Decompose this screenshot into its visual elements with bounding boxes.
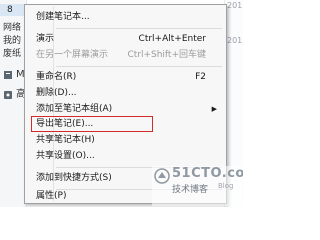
menu-item-label: 删除(D)... — [36, 88, 77, 98]
screenshot-stage: 8 网络 我的 废纸 M 高 2015/2/5 2015/2/8 — [0, 0, 243, 207]
sidebar-item-mine[interactable]: 我的 — [0, 35, 26, 47]
menu-item-label: 创建笔记本... — [36, 12, 90, 22]
menu-item-label: 添加至笔记本组(A) — [36, 104, 113, 114]
site-watermark: 51CTO.com 技术博客 Blog — [152, 166, 243, 206]
menu-item-label: 在另一个屏幕演示 — [36, 50, 109, 60]
watermark-logo-icon — [154, 168, 170, 184]
menu-item-label: 导出笔记(E)... — [36, 119, 94, 129]
watermark-domain: 51CTO.com — [172, 166, 243, 181]
sidebar-item-network[interactable]: 网络 — [0, 22, 26, 34]
watermark-subtitle: 技术博客 — [172, 185, 209, 195]
menu-item-rename[interactable]: 重命名(R) F2 — [27, 69, 224, 85]
menu-item-label: 共享设置(O)... — [36, 151, 95, 161]
sidebar-item-label: 8 — [7, 5, 13, 15]
menu-item-present-other-screen[interactable]: 在另一个屏幕演示 Ctrl+Shift+回车键 — [27, 47, 224, 63]
menu-item-shortcut: Ctrl+Shift+回车键 — [127, 50, 206, 60]
watermark-blog: Blog — [218, 182, 234, 190]
menu-item-label: 共享笔记本(H) — [36, 135, 95, 145]
menu-item-add-to-notebook-group[interactable]: 添加至笔记本组(A) ▶ — [27, 101, 224, 117]
menu-item-shortcut: F2 — [195, 72, 206, 82]
menu-item-present[interactable]: 演示 Ctrl+Alt+Enter — [27, 31, 224, 47]
menu-item-share-settings[interactable]: 共享设置(O)... — [27, 148, 224, 164]
note-date: 2015/2/8 — [227, 36, 243, 45]
menu-item-export-notes[interactable]: 导出笔记(E)... — [27, 116, 224, 132]
menu-item-label: 属性(P) — [36, 191, 67, 201]
sidebar-item-trash[interactable]: 废纸 — [0, 48, 26, 60]
notebook-sidebar: 8 网络 我的 废纸 M 高 — [0, 0, 27, 207]
menu-item-label: 重命名(R) — [36, 72, 77, 82]
menu-item-delete[interactable]: 删除(D)... — [27, 85, 224, 101]
sidebar-item-selected-notebook[interactable]: 8 — [0, 4, 26, 16]
menu-item-label: 添加到快捷方式(S) — [36, 173, 112, 183]
note-date: 2015/2/5 — [227, 1, 243, 10]
menu-item-share-notebook[interactable]: 共享笔记本(H) — [27, 132, 224, 148]
sidebar-item-high[interactable]: 高 — [0, 88, 26, 102]
sidebar-item-label: 网络 — [3, 23, 22, 33]
menu-item-label: 演示 — [36, 34, 55, 44]
device-icon — [3, 90, 13, 100]
menu-item-create-notebook[interactable]: 创建笔记本... — [27, 9, 224, 25]
book-icon — [3, 70, 13, 80]
menu-item-shortcut: Ctrl+Alt+Enter — [138, 34, 206, 44]
menu-separator — [56, 28, 222, 29]
sidebar-item-label: 我的 — [3, 36, 22, 46]
sidebar-item-label: 废纸 — [3, 49, 22, 59]
sidebar-item-m[interactable]: M — [0, 68, 26, 82]
submenu-arrow-icon: ▶ — [211, 105, 217, 113]
menu-separator — [56, 66, 222, 67]
